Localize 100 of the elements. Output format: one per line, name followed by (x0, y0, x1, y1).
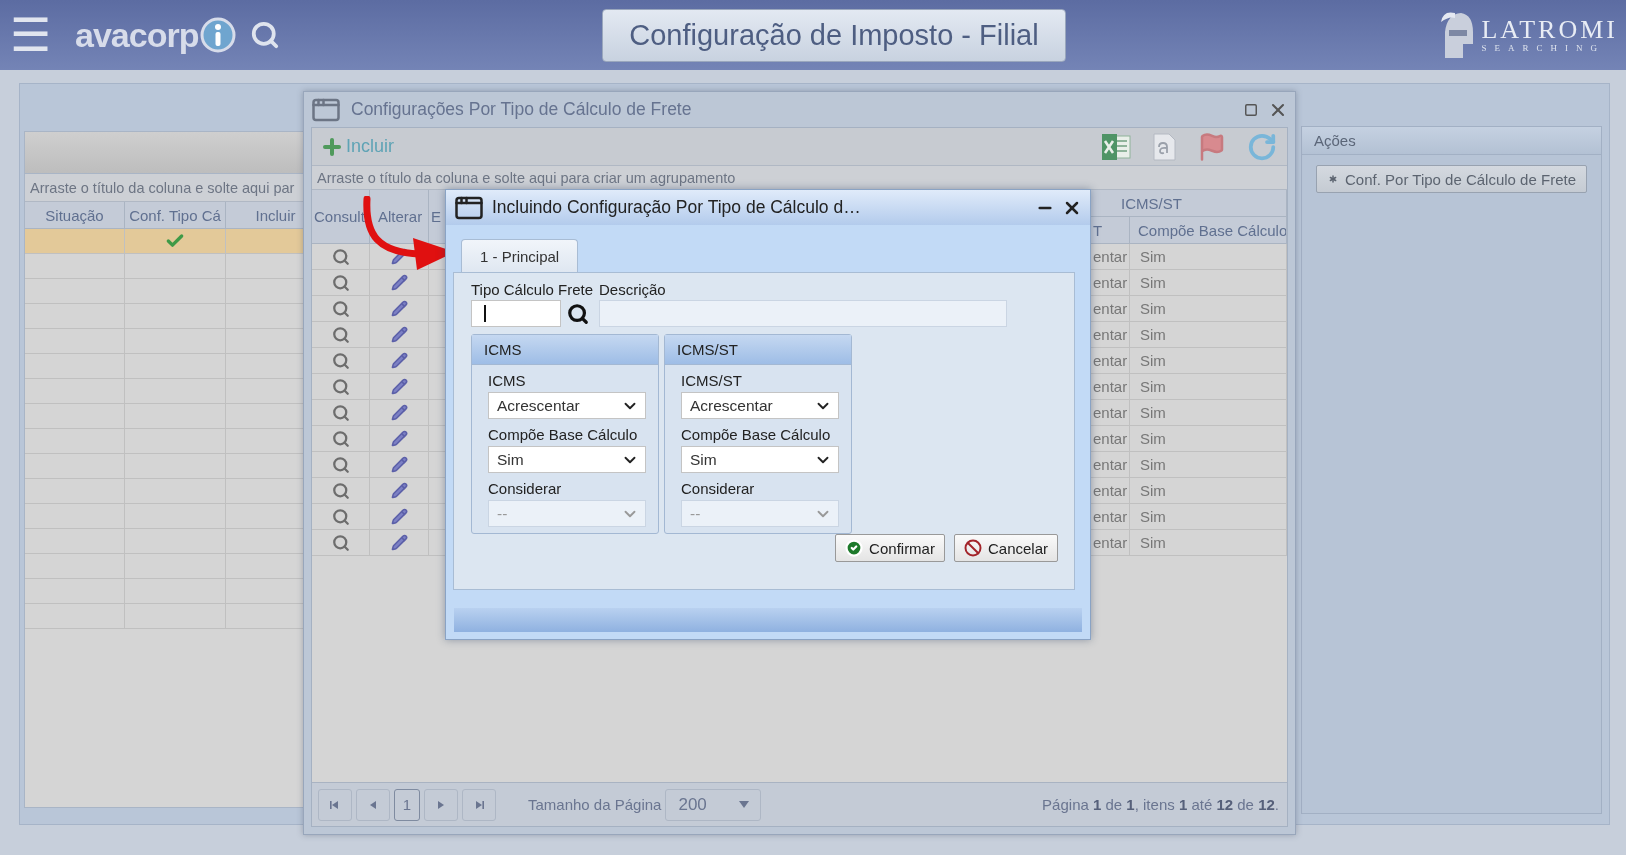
pencil-icon[interactable] (390, 300, 408, 317)
table-cell[interactable] (25, 579, 125, 604)
table-cell[interactable] (25, 229, 125, 254)
table-cell-text: Sim (1139, 456, 1166, 473)
column-header[interactable]: Alterar (370, 190, 429, 244)
table-cell[interactable] (25, 379, 125, 404)
pencil-icon[interactable] (390, 456, 408, 473)
table-cell[interactable] (25, 304, 125, 329)
check-circle-icon (845, 539, 864, 557)
table-cell-text: Sim (1139, 274, 1166, 291)
table-cell-text: Sim (1139, 248, 1166, 265)
first-page-button[interactable] (318, 788, 352, 821)
view-icon[interactable] (331, 403, 350, 422)
table-cell-text: Sim (1139, 482, 1166, 499)
view-icon[interactable] (331, 325, 350, 344)
field-label: ICMS/ST (681, 372, 743, 389)
input-field[interactable] (471, 300, 561, 327)
action-button[interactable]: Conf. Por Tipo de Cálculo de Frete (1316, 165, 1587, 193)
column-group-header: ICMS/ST (1091, 190, 1287, 217)
view-icon[interactable] (331, 377, 350, 396)
table-cell-text: Sim (1139, 378, 1166, 395)
cancel-button[interactable]: Cancelar (953, 534, 1058, 562)
menu-button[interactable]: ☰ (10, 12, 51, 58)
page-title: Configuração de Imposto - Filial (602, 8, 1066, 62)
table-cell-text: Sim (1139, 508, 1166, 525)
pager-summary: Página 1 de 1, itens 1 até 12 de 12. (1042, 796, 1279, 813)
table-cell[interactable] (25, 279, 125, 304)
add-button[interactable]: Incluir (320, 134, 394, 159)
column-header[interactable]: T (1091, 217, 1130, 244)
pencil-icon[interactable] (390, 508, 408, 525)
group-hint: Arraste o título da coluna e solte aqui para criar um agrupamento (312, 166, 1287, 190)
field-label: Considerar (488, 480, 563, 497)
pencil-icon[interactable] (390, 534, 408, 551)
table-cell-text: Sim (1139, 326, 1166, 343)
field-label: Tipo Cálculo Frete (471, 281, 593, 298)
select-field[interactable]: Sim (488, 446, 646, 473)
table-cell[interactable] (25, 429, 125, 454)
view-icon[interactable] (331, 273, 350, 292)
view-icon[interactable] (331, 533, 350, 552)
view-icon[interactable] (331, 429, 350, 448)
previous-page-button[interactable] (356, 788, 390, 821)
maximize-button[interactable] (1244, 102, 1258, 117)
text-cursor-icon (484, 305, 486, 322)
view-icon[interactable] (331, 299, 350, 318)
view-icon[interactable] (331, 481, 350, 500)
field-label: Considerar (681, 480, 756, 497)
pencil-icon[interactable] (390, 378, 408, 395)
panel-title: Ações (1302, 127, 1601, 155)
logo-text: avacorp (75, 15, 199, 55)
pencil-icon[interactable] (390, 352, 408, 369)
view-icon[interactable] (331, 351, 350, 370)
field-label: Descrição (599, 281, 667, 298)
table-cell[interactable] (25, 254, 125, 279)
table-cell[interactable] (25, 504, 125, 529)
next-page-button[interactable] (424, 788, 458, 821)
view-icon[interactable] (331, 507, 350, 526)
select-field[interactable]: Acrescentar (488, 392, 646, 419)
pencil-icon[interactable] (390, 404, 408, 421)
table-cell[interactable] (25, 529, 125, 554)
window-title: Configurações Por Tipo de Cálculo de Frete (351, 99, 693, 120)
field-label: Compõe Base Cálculo (488, 426, 639, 443)
tab[interactable]: 1 - Principal (461, 239, 579, 272)
confirm-button[interactable]: Confirmar (835, 534, 945, 562)
column-header[interactable]: Conf. Tipo Cá (125, 202, 226, 229)
fieldset-title: ICMS (472, 335, 658, 365)
page-size-select[interactable]: 200 (665, 788, 762, 821)
document-icon[interactable] (1151, 132, 1177, 161)
fieldset-title: ICMS/ST (665, 335, 851, 365)
select-field[interactable]: Sim (681, 446, 839, 473)
pencil-icon[interactable] (390, 326, 408, 343)
table-cell[interactable] (25, 404, 125, 429)
caret-icon (738, 800, 751, 809)
column-header[interactable]: Situação (25, 202, 125, 229)
page-button[interactable]: 1 (394, 788, 420, 821)
pencil-icon[interactable] (390, 274, 408, 291)
field-label: ICMS (488, 372, 527, 389)
logo-mark-icon (200, 17, 237, 53)
table-cell-text: Sim (1139, 352, 1166, 369)
table-cell[interactable] (25, 604, 125, 629)
view-icon[interactable] (331, 247, 350, 266)
table-cell[interactable] (25, 554, 125, 579)
page-size-label: Tamanho da Página (528, 796, 662, 813)
pencil-icon[interactable] (390, 430, 408, 447)
last-page-button[interactable] (462, 788, 496, 821)
first-page-icon (329, 798, 341, 811)
brand-tagline: SEARCHING (1481, 43, 1606, 53)
table-cell[interactable] (25, 354, 125, 379)
brand-name: LATROMI (1481, 17, 1618, 43)
table-cell-text: Sim (1139, 534, 1166, 551)
search-icon[interactable] (567, 302, 589, 325)
input-field[interactable] (599, 300, 1007, 327)
pencil-icon[interactable] (390, 482, 408, 499)
column-header[interactable]: Compõe Base Cálculo (1130, 217, 1287, 244)
table-cell[interactable] (25, 479, 125, 504)
view-icon[interactable] (331, 455, 350, 474)
table-cell[interactable] (25, 454, 125, 479)
spreadsheet-icon[interactable] (1101, 132, 1131, 161)
table-cell[interactable] (25, 329, 125, 354)
table-cell-text: Sim (1139, 300, 1166, 317)
select-field[interactable]: Acrescentar (681, 392, 839, 419)
